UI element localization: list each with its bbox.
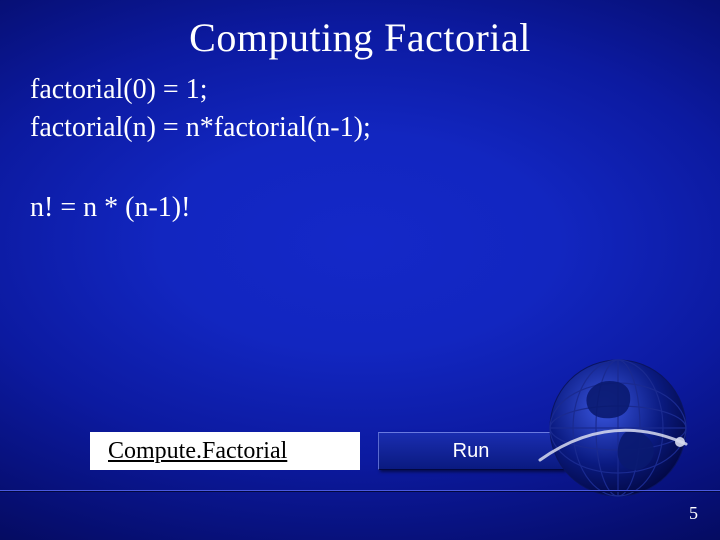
expansion-line: n! = n * (n-1)! — [30, 189, 690, 227]
footer-divider — [0, 490, 720, 492]
slide-body: factorial(0) = 1; factorial(n) = n*facto… — [0, 61, 720, 226]
run-button[interactable]: Run — [378, 432, 564, 470]
slide-title: Computing Factorial — [0, 0, 720, 61]
definition-line-1: factorial(0) = 1; — [30, 71, 690, 109]
definition-line-2: factorial(n) = n*factorial(n-1); — [30, 109, 690, 147]
globe-icon — [530, 340, 690, 500]
action-row: Compute.Factorial Run — [90, 432, 564, 470]
compute-factorial-link[interactable]: Compute.Factorial — [108, 438, 287, 465]
code-link-box: Compute.Factorial — [90, 432, 360, 470]
page-number: 5 — [689, 503, 698, 524]
slide: Computing Factorial factorial(0) = 1; fa… — [0, 0, 720, 540]
